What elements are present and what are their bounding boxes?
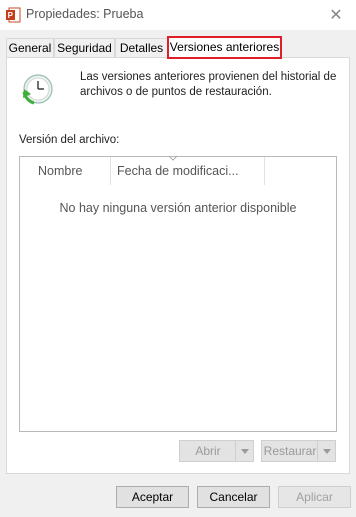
tab-panel: Las versiones anteriores provienen del h… — [6, 57, 350, 474]
apply-button[interactable]: Aplicar — [278, 486, 351, 508]
column-header-name[interactable]: Nombre — [38, 157, 108, 185]
column-header-modified-date[interactable]: Fecha de modificaci... — [117, 157, 262, 185]
close-icon: ✕ — [329, 7, 343, 24]
tab-general[interactable]: General — [6, 38, 54, 58]
chevron-down-icon — [322, 448, 331, 454]
description-text: Las versiones anteriores provienen del h… — [80, 71, 337, 98]
open-split-button[interactable]: Abrir — [179, 440, 254, 462]
versions-list[interactable]: Nombre Fecha de modificaci... No hay nin… — [19, 155, 337, 432]
tab-strip: General Seguridad Detalles Versiones ant… — [6, 36, 350, 59]
restore-split-button[interactable]: Restaurar — [261, 440, 336, 462]
tab-security[interactable]: Seguridad — [54, 38, 115, 58]
title-bar: P Propiedades: Prueba ✕ — [0, 0, 356, 30]
column-divider[interactable] — [110, 157, 111, 185]
chevron-down-icon — [240, 448, 249, 454]
tab-details[interactable]: Detalles — [115, 38, 168, 58]
tab-previous-versions[interactable]: Versiones anteriores — [167, 36, 282, 59]
file-history-icon — [22, 74, 53, 105]
restore-dropdown[interactable] — [317, 441, 335, 461]
window-title: Propiedades: Prueba — [26, 7, 144, 21]
svg-text:P: P — [8, 11, 14, 20]
powerpoint-file-icon: P — [6, 7, 21, 23]
accept-button[interactable]: Aceptar — [116, 486, 189, 508]
cancel-button[interactable]: Cancelar — [197, 486, 270, 508]
empty-list-message: No hay ninguna versión anterior disponib… — [59, 201, 297, 215]
open-dropdown[interactable] — [235, 441, 253, 461]
close-button[interactable]: ✕ — [316, 0, 356, 30]
restore-button-label: Restaurar — [263, 444, 317, 458]
column-divider[interactable] — [264, 157, 265, 185]
open-button-label: Abrir — [195, 444, 221, 458]
file-version-label: Versión del archivo: — [19, 134, 120, 146]
